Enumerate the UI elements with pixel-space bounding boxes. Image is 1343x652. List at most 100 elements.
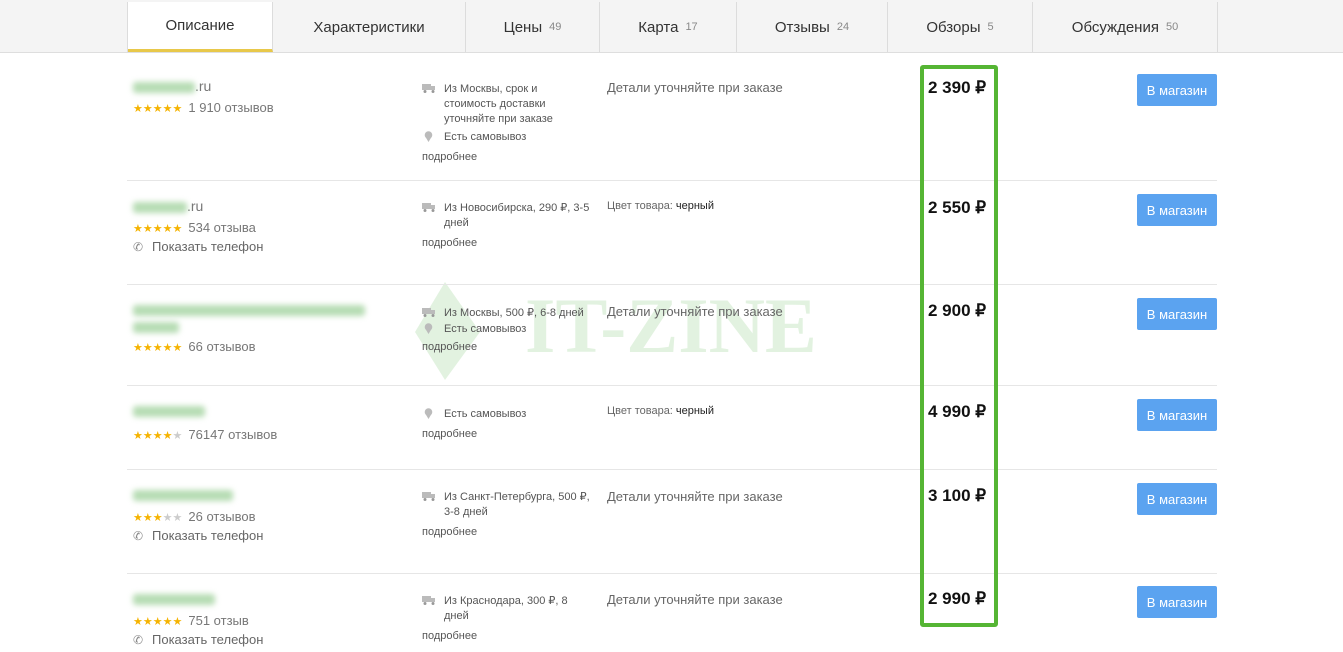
- tab-label: Характеристики: [313, 18, 425, 36]
- review-count[interactable]: 76147 отзывов: [188, 427, 277, 442]
- go-to-shop-button[interactable]: В магазин: [1137, 298, 1217, 330]
- star-filled-icon: ★: [133, 616, 143, 628]
- go-to-shop-button[interactable]: В магазин: [1137, 194, 1217, 226]
- delivery-info: Из Москвы, срок и стоимость доставки уто…: [422, 82, 592, 165]
- offer-price: 2 550 ₽: [928, 198, 987, 217]
- review-count[interactable]: 26 отзывов: [188, 509, 255, 524]
- star-filled-icon: ★: [152, 512, 163, 524]
- star-filled-icon: ★: [162, 342, 173, 354]
- delivery-info: Из Новосибирска, 290 ₽, 3-5 дней подробн…: [422, 201, 592, 251]
- star-filled-icon: ★: [162, 616, 173, 628]
- delivery-text: Из Краснодара, 300 ₽, 8 дней: [444, 595, 568, 622]
- tab-discussions[interactable]: Обсуждения 50: [1033, 2, 1218, 52]
- phone-icon: ✆: [133, 633, 144, 647]
- tab-label: Описание: [165, 17, 235, 34]
- star-filled-icon: ★: [133, 103, 143, 115]
- shop-name[interactable]: .ru: [133, 78, 274, 95]
- delivery-info: Из Санкт-Петербурга, 500 ₽, 3-8 дней под…: [422, 490, 592, 540]
- star-filled-icon: ★: [152, 342, 163, 354]
- pickup-text: Есть самовывоз: [444, 131, 527, 143]
- tab-reviews[interactable]: Отзывы 24: [737, 2, 888, 52]
- product-tabs: Описание Характеристики Цены 49 Карта 17…: [127, 2, 1218, 52]
- show-phone-link[interactable]: ✆ Показать телефон: [133, 528, 263, 543]
- tab-count: 24: [836, 21, 850, 33]
- tab-label: Обзоры: [926, 18, 981, 36]
- review-count[interactable]: 534 отзыва: [188, 220, 256, 235]
- tab-prices[interactable]: Цены 49: [466, 2, 600, 52]
- color-value: черный: [675, 405, 714, 417]
- tab-label: Цены: [503, 18, 543, 36]
- phone-icon: ✆: [133, 529, 144, 543]
- show-phone-link[interactable]: ✆ Показать телефон: [133, 239, 263, 254]
- star-filled-icon: ★: [142, 342, 153, 354]
- more-link[interactable]: подробнее: [422, 236, 592, 251]
- more-link[interactable]: подробнее: [422, 340, 592, 355]
- offer-price: 2 390 ₽: [928, 78, 987, 97]
- star-empty-icon: ★: [162, 512, 173, 524]
- blurred-shop-name[interactable]: [133, 406, 205, 417]
- pin-icon: [424, 323, 433, 334]
- review-count[interactable]: 751 отзыв: [188, 613, 248, 628]
- go-to-shop-button[interactable]: В магазин: [1137, 74, 1217, 106]
- rating-stars: ★★★★★: [133, 342, 182, 354]
- star-filled-icon: ★: [133, 512, 143, 524]
- show-phone-link[interactable]: ✆ Показать телефон: [133, 632, 263, 647]
- star-empty-icon: ★: [172, 430, 183, 442]
- go-to-shop-button[interactable]: В магазин: [1137, 399, 1217, 431]
- tab-label: Карта: [638, 18, 679, 36]
- tab-specifications[interactable]: Характеристики: [273, 2, 466, 52]
- shop-rating: ★★★★★ 751 отзыв: [133, 613, 263, 628]
- offer-details: Детали уточняйте при заказе: [607, 592, 783, 607]
- rating-stars: ★★★★★: [133, 103, 182, 115]
- go-to-shop-button[interactable]: В магазин: [1137, 586, 1217, 618]
- offer-row: ★★★★★ 66 отзывов Из Москвы, 500 ₽, 6-8 дн…: [127, 285, 1217, 386]
- delivery-text: Из Санкт-Петербурга, 500 ₽, 3-8 дней: [444, 491, 590, 518]
- blurred-shop-name[interactable]: [133, 490, 233, 501]
- truck-icon: [422, 596, 435, 605]
- tab-count: 50: [1165, 21, 1179, 33]
- star-filled-icon: ★: [133, 342, 143, 354]
- star-filled-icon: ★: [142, 512, 153, 524]
- delivery-info: Из Москвы, 500 ₽, 6-8 дней Есть самовыво…: [422, 306, 592, 355]
- phone-icon: ✆: [133, 240, 144, 254]
- delivery-text: Из Новосибирска, 290 ₽, 3-5 дней: [444, 202, 590, 229]
- tab-map[interactable]: Карта 17: [600, 2, 737, 52]
- star-filled-icon: ★: [162, 103, 173, 115]
- delivery-info: Есть самовывоз подробнее: [422, 407, 592, 442]
- blurred-shop-name[interactable]: [133, 594, 215, 605]
- tab-count: 5: [987, 21, 994, 33]
- offer-price: 4 990 ₽: [928, 402, 987, 421]
- star-filled-icon: ★: [142, 103, 153, 115]
- review-count[interactable]: 66 отзывов: [188, 339, 255, 354]
- offer-details: Детали уточняйте при заказе: [607, 489, 783, 504]
- rating-stars: ★★★★★: [133, 223, 182, 235]
- star-filled-icon: ★: [172, 342, 183, 354]
- tab-label: Отзывы: [774, 18, 830, 36]
- color-label: Цвет товара:: [607, 200, 673, 212]
- offer-row: ★★★★★ 26 отзывов ✆ Показать телефон Из Сан…: [127, 470, 1217, 574]
- delivery-info: Из Краснодара, 300 ₽, 8 дней подробнее: [422, 594, 592, 644]
- review-count[interactable]: 1 910 отзывов: [188, 100, 273, 115]
- offer-details: Цвет товара: черный: [607, 200, 714, 212]
- color-value: черный: [675, 200, 714, 212]
- shop-rating: ★★★★★ 1 910 отзывов: [133, 100, 274, 115]
- more-link[interactable]: подробнее: [422, 427, 592, 442]
- shop-rating: ★★★★★ 534 отзыва: [133, 220, 263, 235]
- pin-icon: [424, 408, 433, 419]
- rating-stars: ★★★★★: [133, 430, 182, 442]
- star-filled-icon: ★: [172, 223, 183, 235]
- delivery-text: Из Москвы, срок и стоимость доставки уто…: [444, 83, 553, 125]
- more-link[interactable]: подробнее: [422, 150, 592, 165]
- star-filled-icon: ★: [142, 616, 153, 628]
- star-filled-icon: ★: [152, 430, 163, 442]
- tab-description[interactable]: Описание: [128, 2, 273, 52]
- more-link[interactable]: подробнее: [422, 629, 592, 644]
- offer-price: 2 990 ₽: [928, 589, 987, 608]
- tab-overviews[interactable]: Обзоры 5: [888, 2, 1033, 52]
- blurred-shop-name[interactable]: [133, 305, 365, 316]
- more-link[interactable]: подробнее: [422, 525, 592, 540]
- shop-name[interactable]: .ru: [133, 198, 263, 215]
- offer-details: Детали уточняйте при заказе: [607, 304, 783, 319]
- go-to-shop-button[interactable]: В магазин: [1137, 483, 1217, 515]
- star-filled-icon: ★: [152, 103, 163, 115]
